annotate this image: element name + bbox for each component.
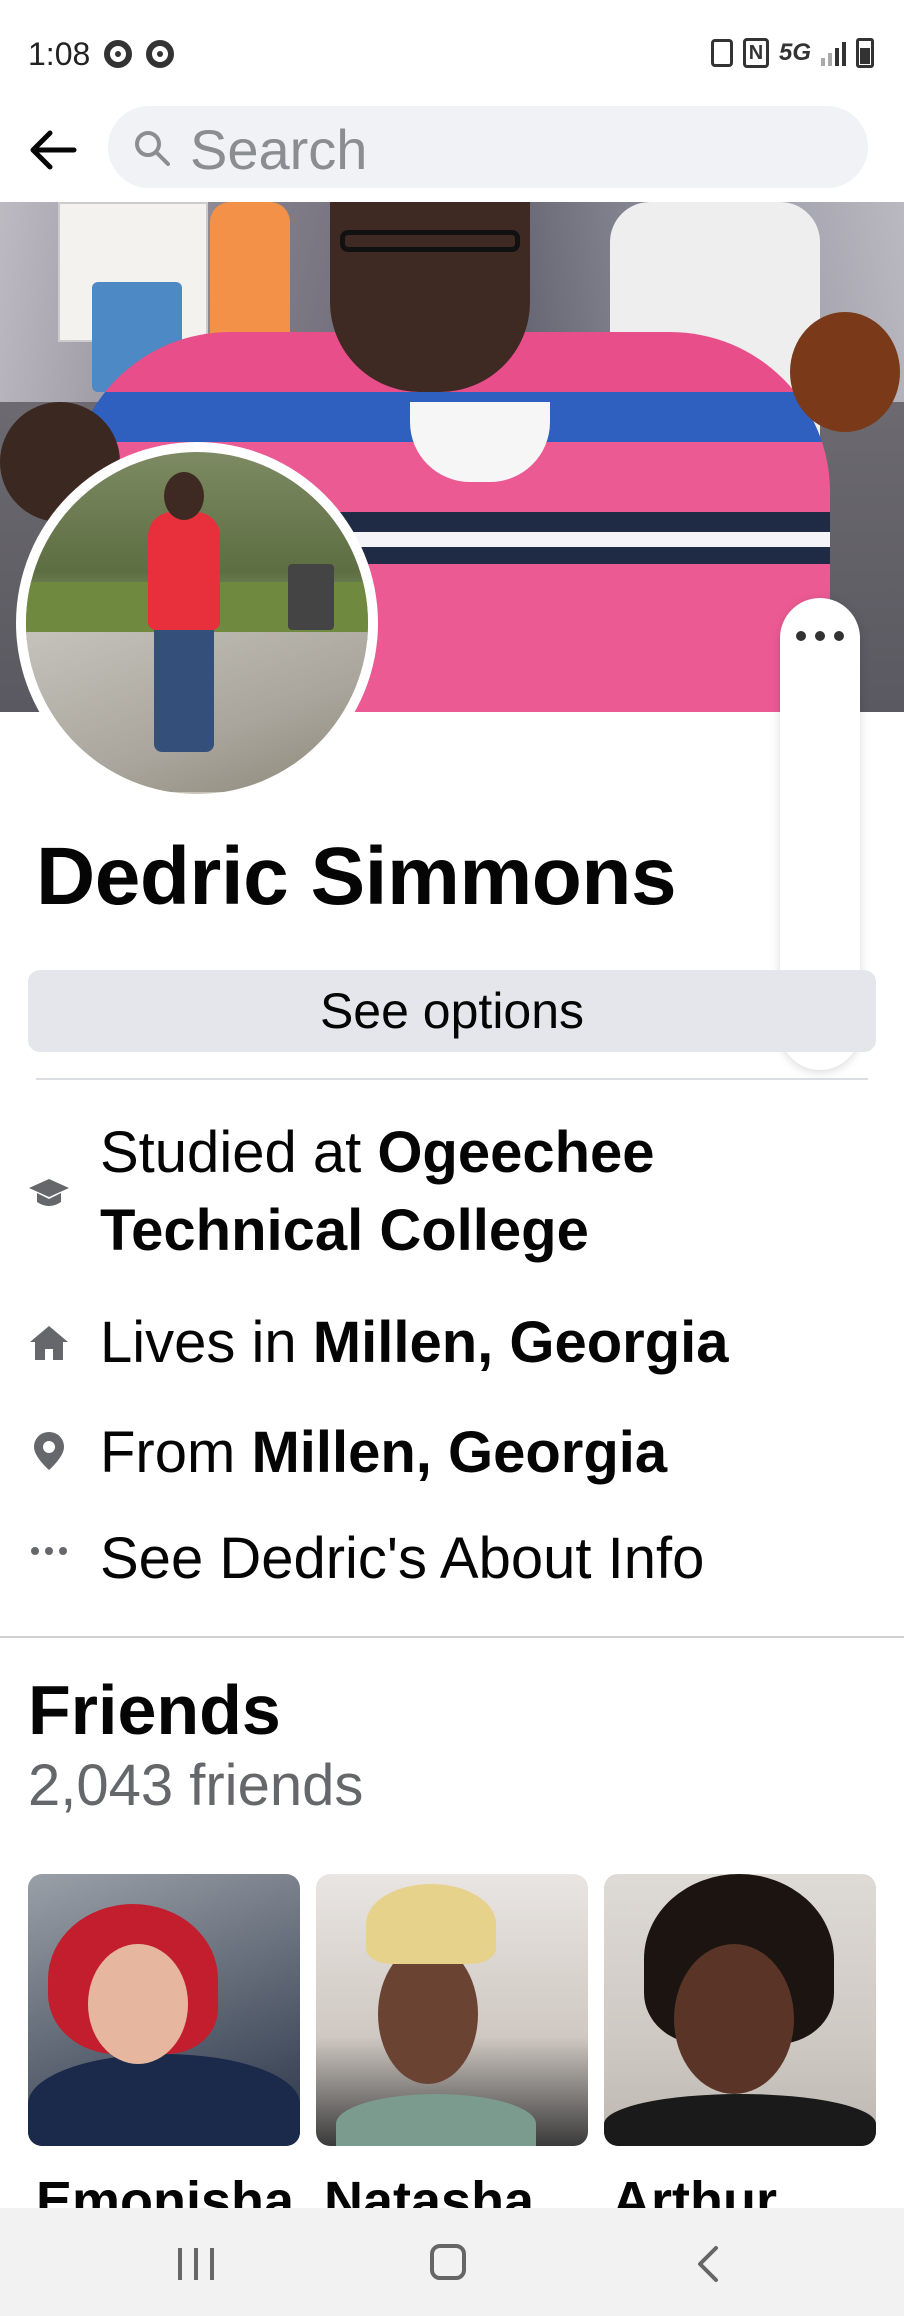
nfc-icon: N [742, 38, 769, 68]
status-bar: 1:08 N 5G [0, 0, 904, 100]
friend-card[interactable]: Emonisha [28, 1874, 300, 2232]
profile-picture[interactable] [16, 442, 378, 804]
profile-name: Dedric Simmons [36, 831, 677, 922]
friend-photo[interactable] [316, 1874, 588, 2146]
search-input[interactable]: Search [108, 106, 868, 188]
home-icon [30, 1326, 68, 1360]
see-about-info-link[interactable]: See Dedric's About Info [100, 1520, 880, 1598]
friend-photo[interactable] [604, 1874, 876, 2146]
search-header: Search [0, 100, 904, 202]
system-nav-bar [0, 2208, 904, 2316]
battery-icon [856, 38, 874, 68]
notification-icon [146, 40, 174, 68]
more-options-icon[interactable] [796, 626, 844, 646]
hometown-link[interactable]: Millen, Georgia [251, 1420, 667, 1485]
info-text: From Millen, Georgia [100, 1414, 880, 1492]
status-icons: N 5G [710, 38, 874, 68]
recent-apps-button[interactable] [178, 2248, 214, 2280]
city-link[interactable]: Millen, Georgia [313, 1310, 729, 1375]
search-placeholder: Search [190, 118, 368, 181]
signal-icon [821, 40, 846, 66]
friend-photo[interactable] [28, 1874, 300, 2146]
info-prefix: From [100, 1420, 252, 1485]
more-horizontal-icon [31, 1547, 67, 1555]
network-type: 5G [778, 39, 811, 66]
see-options-button[interactable]: See options [28, 970, 876, 1052]
graduation-cap-icon [29, 1179, 69, 1206]
friend-card[interactable]: Arthur [604, 1874, 876, 2232]
info-text: Lives in Millen, Georgia [100, 1304, 880, 1382]
location-pin-icon [34, 1432, 64, 1470]
home-button[interactable] [430, 2244, 466, 2280]
back-nav-icon[interactable] [690, 2244, 726, 2284]
divider [36, 1078, 868, 1080]
notification-icon [104, 40, 132, 68]
info-text: Studied at Ogeechee Technical College [100, 1114, 880, 1270]
info-prefix: Lives in [100, 1310, 313, 1375]
friends-count: 2,043 friends [28, 1753, 364, 1818]
friend-card[interactable]: Natasha [316, 1874, 588, 2232]
friends-title[interactable]: Friends [28, 1670, 281, 1750]
recycle-icon [710, 39, 733, 67]
arrow-left-icon [30, 130, 77, 170]
section-divider [0, 1636, 904, 1638]
search-icon [135, 131, 170, 166]
status-time: 1:08 [28, 36, 91, 72]
info-prefix: Studied at [100, 1120, 378, 1185]
back-button[interactable] [24, 120, 84, 180]
